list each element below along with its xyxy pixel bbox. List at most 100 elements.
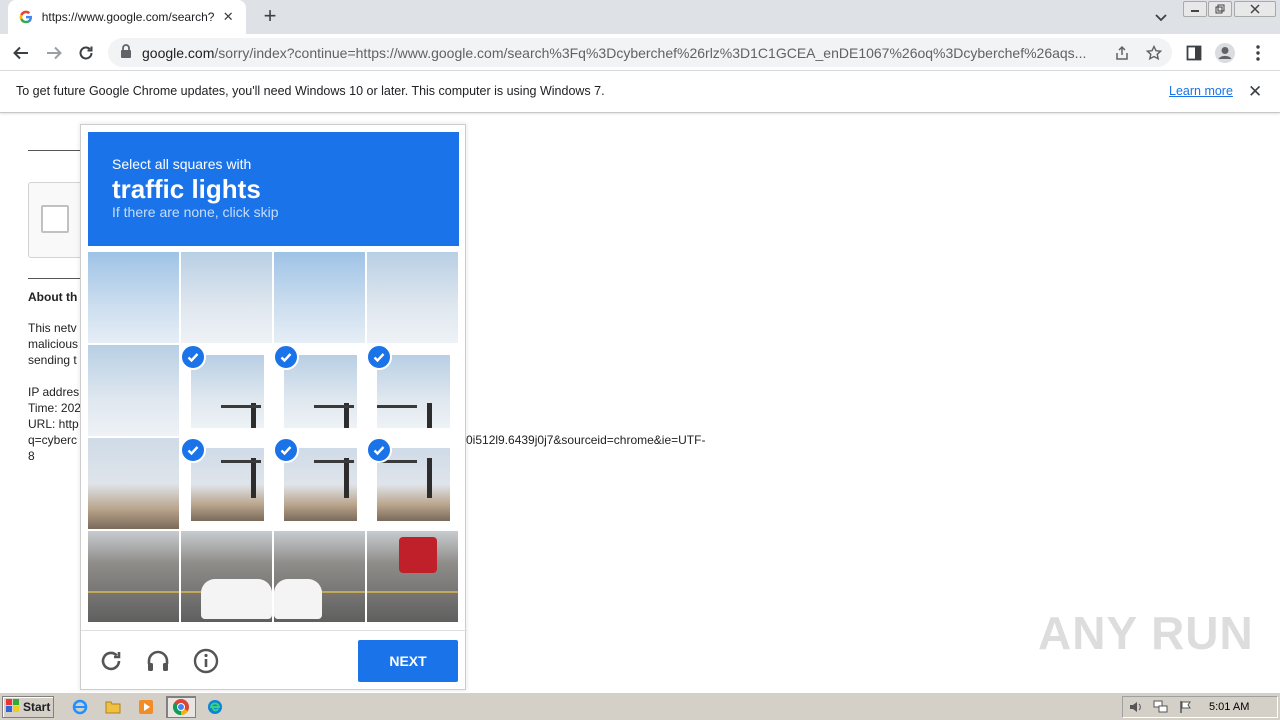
challenge-hint: If there are none, click skip	[112, 204, 279, 220]
tile-image	[181, 252, 272, 343]
traffic-light-pole	[427, 403, 432, 428]
grid-tile[interactable]	[181, 345, 272, 436]
restore-button[interactable]	[1208, 1, 1232, 17]
traffic-light-arm	[221, 460, 261, 463]
image-grid	[88, 252, 459, 623]
red-truck-shape	[399, 537, 437, 573]
tab-search-chevron-icon[interactable]	[1152, 8, 1170, 26]
start-button[interactable]: Start	[2, 696, 54, 718]
chrome-taskbar-icon[interactable]	[166, 696, 196, 718]
google-g-icon	[18, 9, 34, 25]
traffic-light-pole	[344, 458, 349, 498]
grid-tile[interactable]	[88, 252, 179, 343]
recaptcha-challenge: Select all squares with traffic lights I…	[80, 124, 467, 690]
road-marking	[367, 591, 458, 593]
grid-tile[interactable]	[367, 345, 458, 436]
recaptcha-anchor-box[interactable]	[28, 182, 88, 258]
info-icon[interactable]	[192, 647, 220, 675]
url-tail-text: 0i512l9.6439j0j7&sourceid=chrome&ie=UTF-	[466, 433, 706, 447]
grid-tile[interactable]	[367, 531, 458, 622]
page-text-line: sending t	[28, 353, 77, 367]
windows-flag-icon	[6, 699, 20, 715]
grid-tile[interactable]	[88, 345, 179, 436]
url-query-text: q=cyberc	[28, 433, 78, 447]
road-marking	[88, 591, 179, 593]
ip-address-text: IP addres	[28, 385, 80, 399]
tab-close-icon[interactable]: ✕	[220, 9, 236, 25]
grid-tile[interactable]	[274, 252, 365, 343]
browser-toolbar: google.com/sorry/index?continue=https://…	[0, 34, 1280, 71]
challenge-footer: NEXT	[81, 630, 467, 690]
next-button[interactable]: NEXT	[358, 640, 458, 682]
traffic-light-pole	[427, 458, 432, 498]
window-close-button[interactable]	[1234, 1, 1276, 17]
system-tray: 5:01 AM	[1122, 696, 1278, 718]
url-end-text: 8	[28, 449, 35, 463]
grid-tile[interactable]	[181, 531, 272, 622]
share-icon[interactable]	[1114, 45, 1130, 61]
network-icon[interactable]	[1153, 700, 1169, 717]
traffic-light-arm	[221, 405, 261, 408]
lock-icon[interactable]	[120, 44, 132, 61]
tile-image	[88, 252, 179, 343]
action-center-flag-icon[interactable]	[1179, 700, 1193, 717]
browser-tab[interactable]: https://www.google.com/search?q= ✕	[8, 0, 246, 34]
anyrun-watermark: ANY RUN	[1038, 607, 1254, 659]
url-text[interactable]: google.com/sorry/index?continue=https://…	[142, 45, 1100, 61]
windows-taskbar: Start 5:01 AM	[0, 692, 1280, 720]
infobar-close-icon[interactable]: ✕	[1248, 82, 1262, 102]
grid-tile[interactable]	[88, 438, 179, 529]
media-player-icon[interactable]	[133, 696, 159, 718]
learn-more-link[interactable]: Learn more	[1169, 84, 1233, 98]
tile-image	[88, 345, 179, 436]
address-bar[interactable]: google.com/sorry/index?continue=https://…	[108, 38, 1172, 67]
challenge-instruction: Select all squares with	[112, 156, 252, 172]
start-label: Start	[23, 700, 51, 714]
reload-challenge-icon[interactable]	[97, 647, 125, 675]
minimize-button[interactable]	[1183, 1, 1207, 17]
tab-title: https://www.google.com/search?q=	[41, 10, 215, 24]
volume-icon[interactable]	[1129, 700, 1143, 717]
grid-tile[interactable]	[181, 252, 272, 343]
challenge-header: Select all squares with traffic lights I…	[88, 132, 459, 246]
divider	[28, 278, 80, 279]
tile-image	[274, 252, 365, 343]
page-text-line: malicious	[28, 337, 79, 351]
grid-tile[interactable]	[181, 438, 272, 529]
forward-arrow-icon[interactable]	[41, 40, 67, 66]
side-panel-icon[interactable]	[1181, 40, 1207, 66]
grid-tile[interactable]	[367, 252, 458, 343]
update-infobar: To get future Google Chrome updates, you…	[0, 71, 1280, 113]
tile-image	[88, 438, 179, 529]
reload-icon[interactable]	[73, 40, 99, 66]
time-text: Time: 202	[28, 401, 81, 415]
tab-strip: https://www.google.com/search?q= ✕ +	[0, 0, 1280, 34]
tile-image	[367, 252, 458, 343]
grid-tile[interactable]	[274, 438, 365, 529]
traffic-light-pole	[251, 458, 256, 498]
divider	[28, 150, 80, 151]
car-shape	[274, 579, 322, 619]
tile-image	[88, 531, 179, 622]
traffic-light-arm	[314, 460, 354, 463]
traffic-light-arm	[314, 405, 354, 408]
challenge-target: traffic lights	[112, 174, 261, 204]
grid-tile[interactable]	[274, 531, 365, 622]
bookmark-star-icon[interactable]	[1145, 44, 1163, 61]
grid-tile[interactable]	[88, 531, 179, 622]
clock: 5:01 AM	[1209, 701, 1250, 713]
traffic-light-arm	[377, 405, 417, 408]
new-tab-button[interactable]: +	[258, 5, 282, 28]
internet-explorer-icon[interactable]	[67, 696, 93, 718]
back-arrow-icon[interactable]	[8, 40, 34, 66]
file-explorer-icon[interactable]	[100, 696, 126, 718]
edge-icon[interactable]	[202, 696, 228, 718]
profile-avatar-icon[interactable]	[1212, 40, 1238, 66]
grid-tile[interactable]	[274, 345, 365, 436]
car-shape	[201, 579, 272, 619]
menu-kebab-icon[interactable]	[1245, 40, 1271, 66]
audio-challenge-icon[interactable]	[144, 647, 172, 675]
page-text-line: This netv	[28, 321, 77, 335]
grid-tile[interactable]	[367, 438, 458, 529]
recaptcha-checkbox[interactable]	[41, 205, 69, 233]
